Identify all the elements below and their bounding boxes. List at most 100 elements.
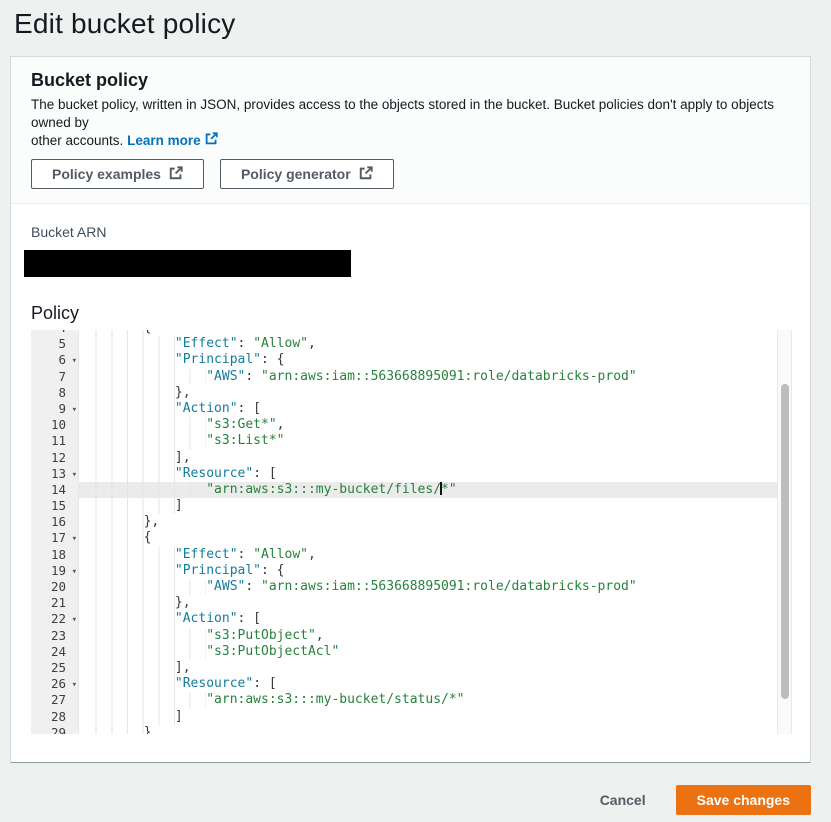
line-number[interactable]: 13▾ xyxy=(31,466,79,482)
code-text[interactable]: }, xyxy=(79,725,777,734)
line-number[interactable]: 8 xyxy=(31,385,79,401)
code-line[interactable]: 16}, xyxy=(31,514,777,530)
line-number[interactable]: 9▾ xyxy=(31,401,79,417)
code-text[interactable]: "Principal": { xyxy=(79,352,777,368)
code-text[interactable]: "s3:List*" xyxy=(79,433,777,449)
cancel-button[interactable]: Cancel xyxy=(600,792,646,808)
line-number[interactable]: 5 xyxy=(31,336,79,352)
code-line[interactable]: 5"Effect": "Allow", xyxy=(31,336,777,352)
code-text[interactable]: "arn:aws:s3:::my-bucket/files/*" xyxy=(79,482,777,498)
code-text[interactable]: "arn:aws:s3:::my-bucket/status/*" xyxy=(79,692,777,708)
code-line[interactable]: 29}, xyxy=(31,725,777,734)
code-text[interactable]: "s3:Get*", xyxy=(79,417,777,433)
line-number[interactable]: 25 xyxy=(31,660,79,676)
code-line[interactable]: 18"Effect": "Allow", xyxy=(31,547,777,563)
code-text[interactable]: "Resource": [ xyxy=(79,466,777,482)
bucket-arn-label: Bucket ARN xyxy=(31,224,790,240)
line-number[interactable]: 12 xyxy=(31,450,79,466)
code-text[interactable]: "Effect": "Allow", xyxy=(79,547,777,563)
line-number[interactable]: 26▾ xyxy=(31,676,79,692)
code-text[interactable]: "Action": [ xyxy=(79,611,777,627)
code-line[interactable]: 7"AWS": "arn:aws:iam::563668895091:role/… xyxy=(31,369,777,385)
code-text[interactable]: ] xyxy=(79,498,777,514)
code-line[interactable]: 19▾"Principal": { xyxy=(31,563,777,579)
code-text[interactable]: "AWS": "arn:aws:iam::563668895091:role/d… xyxy=(79,369,777,385)
line-number[interactable]: 28 xyxy=(31,709,79,725)
line-number[interactable]: 21 xyxy=(31,595,79,611)
description-line-2: other accounts. xyxy=(31,133,123,148)
page-title: Edit bucket policy xyxy=(14,8,821,40)
line-number[interactable]: 11 xyxy=(31,433,79,449)
line-number[interactable]: 24 xyxy=(31,644,79,660)
code-text[interactable]: { xyxy=(79,530,777,546)
code-text[interactable]: ], xyxy=(79,660,777,676)
code-text[interactable]: "Principal": { xyxy=(79,563,777,579)
footer-actions: Cancel Save changes xyxy=(10,785,821,815)
code-line[interactable]: 21}, xyxy=(31,595,777,611)
code-text[interactable]: "AWS": "arn:aws:iam::563668895091:role/d… xyxy=(79,579,777,595)
code-line[interactable]: 25], xyxy=(31,660,777,676)
code-line[interactable]: 6▾"Principal": { xyxy=(31,352,777,368)
code-text[interactable]: "Resource": [ xyxy=(79,676,777,692)
code-line[interactable]: 11"s3:List*" xyxy=(31,433,777,449)
line-number[interactable]: 18 xyxy=(31,547,79,563)
fold-arrow-icon[interactable]: ▾ xyxy=(72,402,77,418)
code-text[interactable]: }, xyxy=(79,385,777,401)
code-line[interactable]: 15] xyxy=(31,498,777,514)
code-line[interactable]: 10"s3:Get*", xyxy=(31,417,777,433)
external-link-icon xyxy=(169,166,183,183)
policy-editor-lines: 4{5"Effect": "Allow",6▾"Principal": {7"A… xyxy=(31,330,777,734)
code-text[interactable]: ] xyxy=(79,709,777,725)
description-line-1: The bucket policy, written in JSON, prov… xyxy=(31,97,774,130)
code-line[interactable]: 13▾"Resource": [ xyxy=(31,466,777,482)
code-line[interactable]: 20"AWS": "arn:aws:iam::563668895091:role… xyxy=(31,579,777,595)
code-line[interactable]: 27"arn:aws:s3:::my-bucket/status/*" xyxy=(31,692,777,708)
code-text[interactable]: ], xyxy=(79,450,777,466)
code-line[interactable]: 22▾"Action": [ xyxy=(31,611,777,627)
line-number[interactable]: 19▾ xyxy=(31,563,79,579)
fold-arrow-icon[interactable]: ▾ xyxy=(72,531,77,547)
line-number[interactable]: 20 xyxy=(31,579,79,595)
code-line[interactable]: 14"arn:aws:s3:::my-bucket/files/*" xyxy=(31,482,777,498)
line-number[interactable]: 15 xyxy=(31,498,79,514)
code-line[interactable]: 17▾{ xyxy=(31,530,777,546)
code-line[interactable]: 12], xyxy=(31,450,777,466)
code-text[interactable]: "s3:PutObject", xyxy=(79,628,777,644)
line-number[interactable]: 29 xyxy=(31,725,79,734)
fold-arrow-icon[interactable]: ▾ xyxy=(72,677,77,693)
learn-more-link[interactable]: Learn more xyxy=(127,132,218,150)
policy-generator-button[interactable]: Policy generator xyxy=(220,159,394,189)
code-line[interactable]: 8}, xyxy=(31,385,777,401)
code-text[interactable]: "Action": [ xyxy=(79,401,777,417)
code-text[interactable]: }, xyxy=(79,514,777,530)
line-number[interactable]: 7 xyxy=(31,369,79,385)
code-text[interactable]: }, xyxy=(79,595,777,611)
policy-code-editor[interactable]: 4{5"Effect": "Allow",6▾"Principal": {7"A… xyxy=(31,330,792,734)
code-line[interactable]: 24"s3:PutObjectAcl" xyxy=(31,644,777,660)
policy-examples-button[interactable]: Policy examples xyxy=(31,159,204,189)
line-number[interactable]: 14 xyxy=(31,482,79,498)
code-line[interactable]: 9▾"Action": [ xyxy=(31,401,777,417)
line-number[interactable]: 17▾ xyxy=(31,530,79,546)
code-line[interactable]: 23"s3:PutObject", xyxy=(31,628,777,644)
code-text[interactable]: "s3:PutObjectAcl" xyxy=(79,644,777,660)
external-link-icon xyxy=(359,166,373,183)
edit-bucket-policy-page: Edit bucket policy Bucket policy The buc… xyxy=(0,0,831,815)
line-number[interactable]: 27 xyxy=(31,692,79,708)
code-line[interactable]: 26▾"Resource": [ xyxy=(31,676,777,692)
line-number[interactable]: 6▾ xyxy=(31,352,79,368)
fold-arrow-icon[interactable]: ▾ xyxy=(72,564,77,580)
editor-scrollbar[interactable] xyxy=(777,330,792,734)
fold-arrow-icon[interactable]: ▾ xyxy=(72,467,77,483)
policy-examples-label: Policy examples xyxy=(52,166,161,182)
line-number[interactable]: 22▾ xyxy=(31,611,79,627)
editor-scrollbar-thumb[interactable] xyxy=(781,384,789,699)
save-changes-button[interactable]: Save changes xyxy=(676,785,811,815)
line-number[interactable]: 23 xyxy=(31,628,79,644)
fold-arrow-icon[interactable]: ▾ xyxy=(72,353,77,369)
code-line[interactable]: 28] xyxy=(31,709,777,725)
line-number[interactable]: 10 xyxy=(31,417,79,433)
line-number[interactable]: 16 xyxy=(31,514,79,530)
fold-arrow-icon[interactable]: ▾ xyxy=(72,612,77,628)
code-text[interactable]: "Effect": "Allow", xyxy=(79,336,777,352)
